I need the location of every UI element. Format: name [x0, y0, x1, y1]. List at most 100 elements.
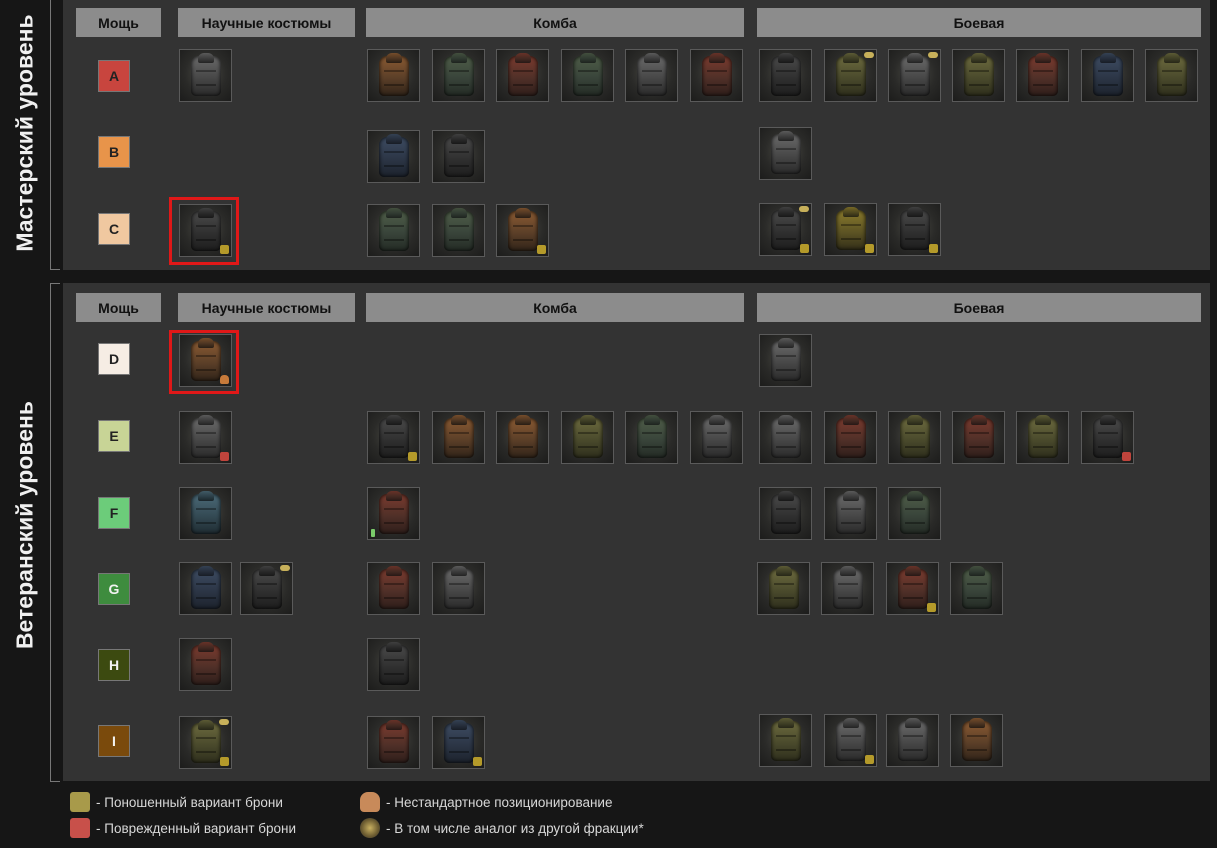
worn-icon [927, 603, 936, 612]
damaged-icon [1122, 452, 1131, 461]
armor-thumbnail[interactable] [759, 49, 812, 102]
armor-thumbnail[interactable] [1016, 411, 1069, 464]
armor-thumbnail[interactable] [759, 487, 812, 540]
armor-thumbnail[interactable] [759, 334, 812, 387]
armor-thumbnail[interactable] [179, 716, 232, 769]
armor-thumbnail[interactable] [625, 49, 678, 102]
armor-thumbnail[interactable] [821, 562, 874, 615]
tier-badge-c: C [98, 213, 130, 245]
armor-thumbnail[interactable] [759, 203, 812, 256]
armor-thumbnail[interactable] [179, 487, 232, 540]
armor-thumbnail[interactable] [367, 49, 420, 102]
tier-badge-a: A [98, 60, 130, 92]
armor-thumbnail[interactable] [824, 49, 877, 102]
armor-thumbnail[interactable] [1081, 49, 1134, 102]
header-science: Научные костюмы [178, 293, 355, 322]
analog-icon [799, 206, 809, 212]
armor-thumbnail[interactable] [1081, 411, 1134, 464]
armor-thumbnail[interactable] [1016, 49, 1069, 102]
armor-thumbnail[interactable] [690, 49, 743, 102]
armor-thumbnail[interactable] [367, 562, 420, 615]
armor-thumbnail[interactable] [952, 49, 1005, 102]
armor-thumbnail[interactable] [952, 411, 1005, 464]
armor-thumbnail[interactable] [759, 714, 812, 767]
worn-icon [408, 452, 417, 461]
analog-icon [928, 52, 938, 58]
header-combo: Комба [366, 293, 744, 322]
tier-badge-d: D [98, 343, 130, 375]
armor-thumbnail[interactable] [432, 716, 485, 769]
tier-badge-e: E [98, 420, 130, 452]
worn-icon [220, 757, 229, 766]
tier-badge-f: F [98, 497, 130, 529]
damaged-icon [220, 452, 229, 461]
armor-thumbnail[interactable] [367, 411, 420, 464]
armor-thumbnail[interactable] [886, 714, 939, 767]
master-level-label: Мастерский уровень [11, 14, 38, 252]
worn-icon [473, 757, 482, 766]
armor-thumbnail[interactable] [367, 130, 420, 183]
legend-worn: - Поношенный вариант брони [70, 792, 283, 812]
legend-worn-text: - Поношенный вариант брони [96, 794, 283, 810]
armor-thumbnail[interactable] [1145, 49, 1198, 102]
master-bracket [50, 0, 60, 270]
analog-icon [280, 565, 290, 571]
armor-thumbnail[interactable] [888, 411, 941, 464]
damaged-vest-icon [70, 818, 90, 838]
armor-thumbnail[interactable] [690, 411, 743, 464]
armor-thumbnail[interactable] [888, 49, 941, 102]
worn-icon [865, 244, 874, 253]
armor-thumbnail[interactable] [367, 204, 420, 257]
tier-badge-b: B [98, 136, 130, 168]
armor-thumbnail[interactable] [561, 411, 614, 464]
analog-icon [864, 52, 874, 58]
armor-thumbnail[interactable] [888, 203, 941, 256]
armor-thumbnail[interactable] [432, 49, 485, 102]
armor-thumbnail[interactable] [367, 716, 420, 769]
tier-badge-i: I [98, 725, 130, 757]
worn-icon [929, 244, 938, 253]
legend-nonstandard-text: - Нестандартное позиционирование [386, 794, 613, 810]
armor-thumbnail[interactable] [824, 203, 877, 256]
armor-thumbnail[interactable] [759, 411, 812, 464]
armor-thumbnail[interactable] [432, 411, 485, 464]
header-science: Научные костюмы [178, 8, 355, 37]
armor-thumbnail[interactable] [240, 562, 293, 615]
armor-thumbnail[interactable] [432, 562, 485, 615]
armor-thumbnail[interactable] [824, 714, 877, 767]
armor-thumbnail[interactable] [179, 411, 232, 464]
armor-thumbnail[interactable] [950, 714, 1003, 767]
armor-thumbnail[interactable] [950, 562, 1003, 615]
armor-thumbnail[interactable] [432, 130, 485, 183]
armor-thumbnail[interactable] [496, 49, 549, 102]
worn-icon [537, 245, 546, 254]
armor-thumbnail[interactable] [886, 562, 939, 615]
armor-thumbnail[interactable] [561, 49, 614, 102]
highlight-box [169, 197, 239, 265]
worn-vest-icon [70, 792, 90, 812]
armor-thumbnail[interactable] [824, 487, 877, 540]
armor-thumbnail[interactable] [625, 411, 678, 464]
armor-thumbnail[interactable] [759, 127, 812, 180]
header-power: Мощь [76, 8, 161, 37]
armor-thumbnail[interactable] [367, 487, 420, 540]
worn-icon [800, 244, 809, 253]
worn-icon [865, 755, 874, 764]
armor-thumbnail[interactable] [179, 49, 232, 102]
armor-thumbnail[interactable] [179, 638, 232, 691]
armor-thumbnail[interactable] [432, 204, 485, 257]
armor-thumbnail[interactable] [888, 487, 941, 540]
legend-analog: - В том числе аналог из другой фракции* [360, 818, 644, 838]
armor-thumbnail[interactable] [496, 204, 549, 257]
armor-thumbnail[interactable] [367, 638, 420, 691]
tier-badge-h: H [98, 649, 130, 681]
armor-thumbnail[interactable] [757, 562, 810, 615]
armor-thumbnail[interactable] [179, 562, 232, 615]
legend-damaged: - Поврежденный вариант брони [70, 818, 296, 838]
veteran-bracket [50, 283, 60, 782]
armor-thumbnail[interactable] [824, 411, 877, 464]
legend-nonstandard: - Нестандартное позиционирование [360, 792, 612, 812]
armor-thumbnail[interactable] [496, 411, 549, 464]
highlight-box [169, 330, 239, 394]
faction-analog-icon [360, 818, 380, 838]
